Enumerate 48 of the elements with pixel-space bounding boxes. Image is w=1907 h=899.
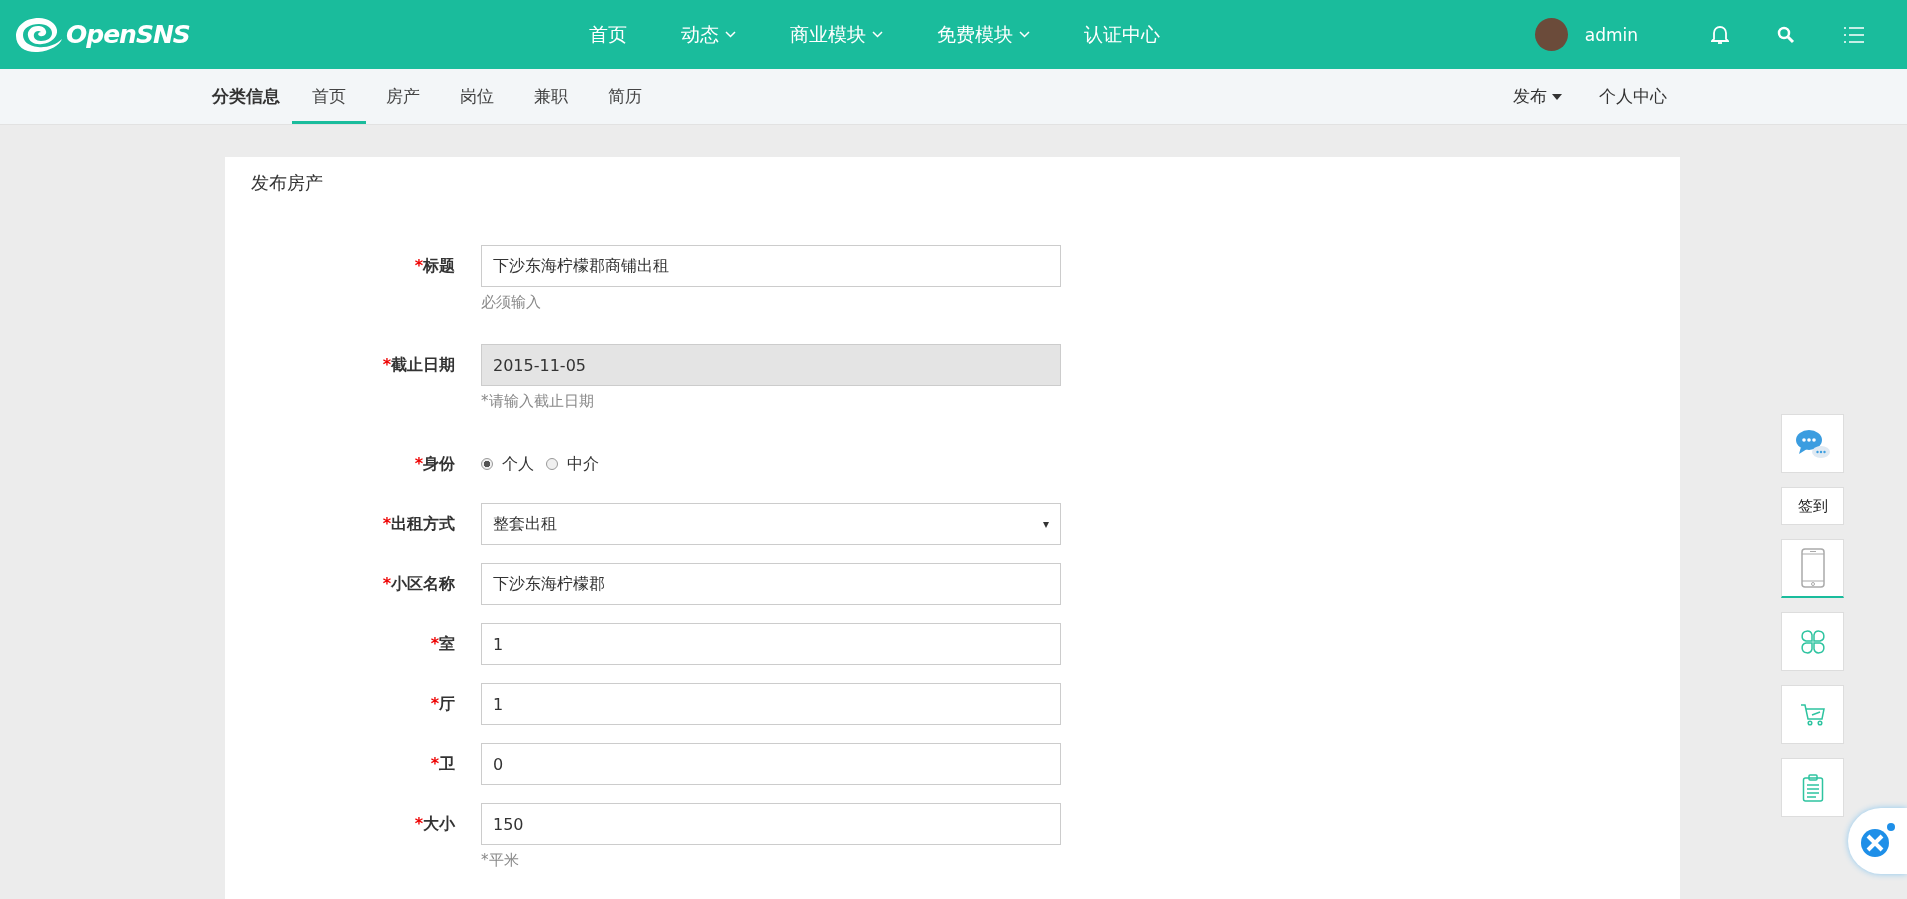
form-title: 发布房产 [251,171,324,195]
menu-icon[interactable] [1843,25,1865,44]
tab[interactable]: 岗位 [440,69,514,124]
shopping-cart-icon [1799,702,1826,727]
side-tool-button[interactable] [1781,685,1844,744]
avatar[interactable] [1534,18,1568,51]
hint-text: *平米 [481,851,520,870]
search-icon[interactable] [1777,25,1795,44]
field-label: *卫 [429,753,455,775]
input-field[interactable]: 下沙东海柠檬郡商铺出租 [481,245,1061,287]
radio-button[interactable] [546,458,558,470]
tab[interactable]: 简历 [588,69,662,124]
tab[interactable]: 房产 [366,69,440,124]
hint-text: *请输入截止日期 [481,392,595,411]
nav-link[interactable]: 发布 [1513,69,1562,124]
field-label: *标题 [413,255,455,277]
side-tool-button[interactable] [1781,612,1844,671]
input-field[interactable]: 1 [481,683,1061,725]
field-label: *身份 [413,453,455,475]
input-field[interactable]: 0 [481,743,1061,785]
field-label: *小区名称 [381,573,455,595]
smartphone-icon [1800,548,1825,588]
tab[interactable]: 兼职 [514,69,588,124]
side-tool-button[interactable] [1781,414,1844,473]
hint-text: 必须输入 [481,293,542,312]
clipboard-icon [1801,773,1824,802]
field-label: *截止日期 [381,354,455,376]
field-label: *大小 [413,813,455,835]
select-field[interactable]: 整套出租 ▾ [481,503,1061,545]
radio-label[interactable]: 中介 [567,453,599,475]
input-field[interactable]: 150 [481,803,1061,845]
nav-link[interactable]: 个人中心 [1599,69,1667,124]
input-field[interactable]: 下沙东海柠檬郡 [481,563,1061,605]
radio-label[interactable]: 个人 [502,453,534,475]
side-tool-button[interactable] [1781,539,1844,598]
tab[interactable]: 首页 [292,69,366,124]
field-label: *出租方式 [381,513,455,535]
floating-tool-button[interactable] [1848,808,1907,874]
field-label: *室 [429,633,455,655]
side-tool-button[interactable] [1781,758,1844,817]
field-label: *厅 [429,693,455,715]
radio-button[interactable] [481,458,493,470]
clover-icon [1799,628,1826,655]
input-field[interactable]: 1 [481,623,1061,665]
check-in-button[interactable]: 签到 [1781,487,1844,525]
section-title: 分类信息 [212,85,280,108]
bell-icon[interactable] [1711,24,1729,45]
chat-bubbles-icon [1794,427,1831,460]
